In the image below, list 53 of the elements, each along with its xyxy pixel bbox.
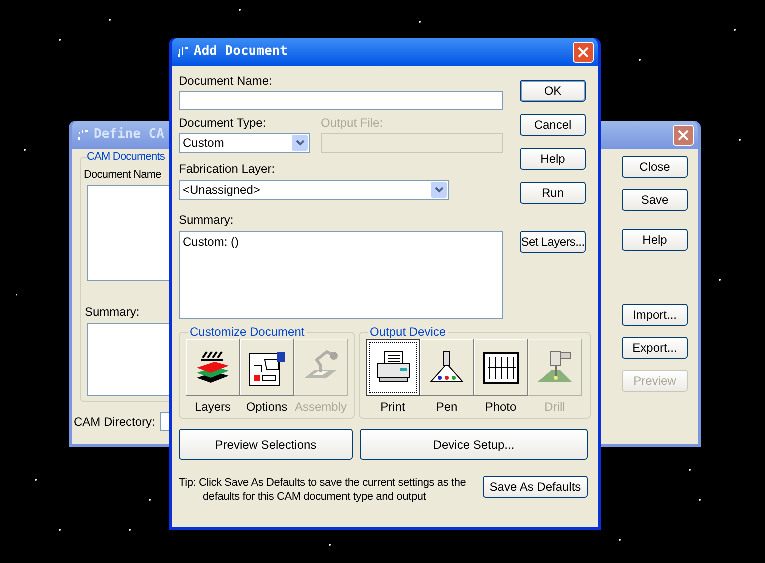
field-label: Fabrication Layer:: [179, 162, 276, 176]
save-defaults-button[interactable]: Save As Defaults: [483, 476, 588, 498]
tool-label: Print: [380, 400, 406, 414]
field-label: Document Name:: [179, 74, 274, 88]
app-icon: [76, 128, 90, 142]
dialog-button[interactable]: Cancel: [520, 114, 586, 136]
summary-text: Custom: (): [183, 235, 240, 249]
side-button[interactable]: Save: [622, 189, 688, 211]
tool-label: Layers: [194, 400, 232, 414]
side-button[interactable]: Import...: [622, 304, 688, 326]
dialog-button[interactable]: OK: [520, 80, 586, 102]
list-label: Document Name: [84, 168, 162, 182]
field-label: Summary:: [179, 213, 235, 227]
device-setup-button[interactable]: Device Setup...: [360, 429, 588, 460]
window-title: Define CA: [94, 126, 164, 144]
type-dropdown[interactable]: Custom: [179, 133, 310, 153]
side-button[interactable]: Help: [622, 229, 688, 251]
chevron-down-icon: [434, 187, 444, 193]
field-label: Document Type:: [179, 116, 268, 130]
side-button[interactable]: Close: [622, 156, 688, 178]
dropdown-value: Custom: [182, 135, 226, 152]
name-field[interactable]: [179, 91, 503, 110]
tool-label: Photo: [485, 400, 517, 414]
tool-label: Drill: [544, 400, 566, 414]
close-icon: [578, 46, 589, 58]
tool-label: Options: [246, 400, 288, 414]
tool-label: Pen: [436, 400, 458, 414]
dialog-button[interactable]: Run: [520, 182, 586, 204]
group-label: Customize Document: [189, 325, 306, 339]
dropdown-value: <Unassigned>: [182, 182, 262, 199]
summary-label: Summary:: [85, 305, 141, 319]
dialog-button[interactable]: Set Layers...: [520, 231, 586, 253]
field-label: Output File:: [321, 116, 384, 130]
tool-button[interactable]: [366, 339, 420, 396]
group-label: Output Device: [369, 325, 448, 339]
dialog-button[interactable]: Help: [520, 148, 586, 170]
side-button[interactable]: Export...: [622, 337, 688, 359]
chevron-down-icon: [296, 140, 304, 146]
close-button[interactable]: [573, 42, 594, 62]
preview-selections-button[interactable]: Preview Selections: [179, 429, 353, 460]
close-button[interactable]: [673, 124, 694, 146]
list-box[interactable]: [87, 185, 169, 281]
dropdown-button[interactable]: [292, 135, 308, 151]
window-title: Add Document: [194, 43, 288, 62]
dropdown-button[interactable]: [431, 182, 447, 198]
directory-field[interactable]: [160, 412, 169, 431]
tip-text: Tip: Click Save As Defaults to save the current settings as the defaults for this CAM document type and output: [179, 476, 468, 504]
close-icon: [678, 130, 689, 140]
output-file-field[interactable]: [321, 133, 503, 153]
app-icon: [176, 45, 190, 59]
directory-label: CAM Directory:: [74, 414, 156, 430]
tool-label: Assembly: [294, 400, 347, 414]
layer-dropdown[interactable]: <Unassigned>: [179, 180, 449, 200]
